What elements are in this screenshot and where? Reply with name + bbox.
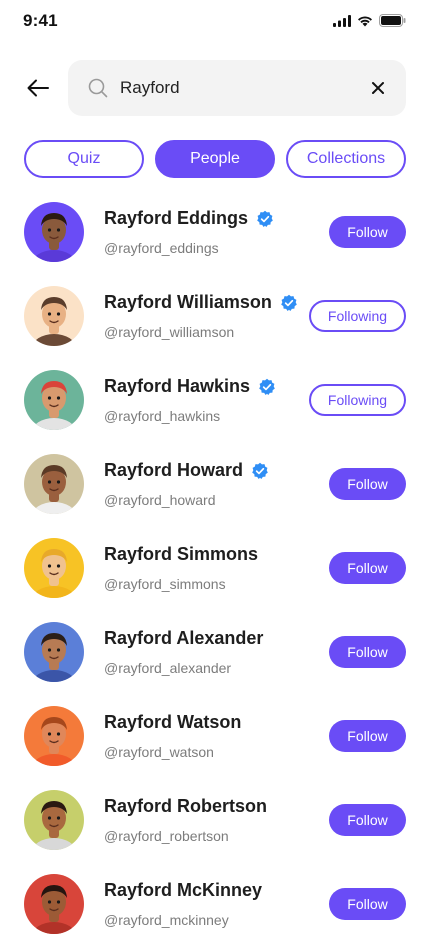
filter-tabs: Quiz People Collections [24,140,406,178]
person-name-text: Rayford Robertson [104,796,268,816]
status-bar: 9:41 [0,0,430,44]
person-name-text: Rayford Williamson [104,292,272,312]
avatar[interactable] [24,622,84,682]
person-row[interactable]: Rayford Alexander @rayford_alexander Follo… [0,616,430,700]
search-header [0,60,430,116]
following-button[interactable]: Following [309,384,406,416]
person-row[interactable]: Rayford Williamson @rayford_williamson Fol… [0,280,430,364]
person-name[interactable]: Rayford Eddings [104,208,274,229]
person-handle: @rayford_howard [104,492,216,508]
avatar[interactable] [24,286,84,346]
people-list: Rayford Eddings @rayford_eddings Follow Ray… [0,196,430,952]
verified-badge-icon [251,462,269,480]
back-button[interactable] [22,72,54,104]
follow-button[interactable]: Follow [329,552,406,584]
person-name-text: Rayford Eddings [104,208,249,228]
close-icon[interactable] [370,80,386,96]
tab-quiz[interactable]: Quiz [24,140,144,178]
verified-badge-icon [280,294,298,312]
follow-button[interactable]: Follow [329,636,406,668]
person-name[interactable]: Rayford Alexander [104,628,263,649]
person-name-text: Rayford Hawkins [104,376,251,396]
avatar[interactable] [24,454,84,514]
search-box[interactable] [68,60,406,116]
person-name[interactable]: Rayford McKinney [104,880,262,901]
person-row[interactable]: Rayford Simmons @rayford_simmons Follow [0,532,430,616]
avatar[interactable] [24,538,84,598]
following-button[interactable]: Following [309,300,406,332]
person-name[interactable]: Rayford Hawkins [104,376,276,397]
person-row[interactable]: Rayford Howard @rayford_howard Follow [0,448,430,532]
wifi-icon [358,15,372,26]
tab-people[interactable]: People [155,140,275,178]
follow-button[interactable]: Follow [329,804,406,836]
person-row[interactable]: Rayford Robertson @rayford_robertson Follo… [0,784,430,868]
arrow-left-icon [27,79,49,97]
person-row[interactable]: Rayford McKinney @rayford_mckinney Follow [0,868,430,952]
person-handle: @rayford_mckinney [104,912,229,928]
person-name-text: Rayford Simmons [104,544,259,564]
person-row[interactable]: Rayford Eddings @rayford_eddings Follow [0,196,430,280]
signal-icon [333,14,351,27]
search-icon [88,78,108,98]
person-name[interactable]: Rayford Watson [104,712,241,733]
person-handle: @rayford_watson [104,744,214,760]
follow-button[interactable]: Follow [329,888,406,920]
person-handle: @rayford_alexander [104,660,232,676]
verified-badge-icon [258,378,276,396]
status-time: 9:41 [23,11,58,30]
avatar[interactable] [24,202,84,262]
tab-collections[interactable]: Collections [286,140,406,178]
search-input[interactable] [120,74,350,102]
verified-badge-icon [256,210,274,228]
person-handle: @rayford_hawkins [104,408,221,424]
status-icons [333,14,406,27]
avatar[interactable] [24,790,84,850]
person-handle: @rayford_robertson [104,828,229,844]
person-name[interactable]: Rayford Simmons [104,544,258,565]
person-name[interactable]: Rayford Robertson [104,796,267,817]
person-name-text: Rayford Howard [104,460,244,480]
battery-icon [379,14,406,27]
person-name-text: Rayford Watson [104,712,242,732]
follow-button[interactable]: Follow [329,468,406,500]
follow-button[interactable]: Follow [329,216,406,248]
avatar[interactable] [24,706,84,766]
person-handle: @rayford_eddings [104,240,219,256]
person-row[interactable]: Rayford Watson @rayford_watson Follow [0,700,430,784]
avatar[interactable] [24,874,84,934]
person-name[interactable]: Rayford Williamson [104,292,298,313]
person-row[interactable]: Rayford Hawkins @rayford_hawkins Following [0,364,430,448]
follow-button[interactable]: Follow [329,720,406,752]
avatar[interactable] [24,370,84,430]
person-handle: @rayford_williamson [104,324,235,340]
person-handle: @rayford_simmons [104,576,226,592]
person-name[interactable]: Rayford Howard [104,460,269,481]
person-name-text: Rayford McKinney [104,880,263,900]
person-name-text: Rayford Alexander [104,628,264,648]
